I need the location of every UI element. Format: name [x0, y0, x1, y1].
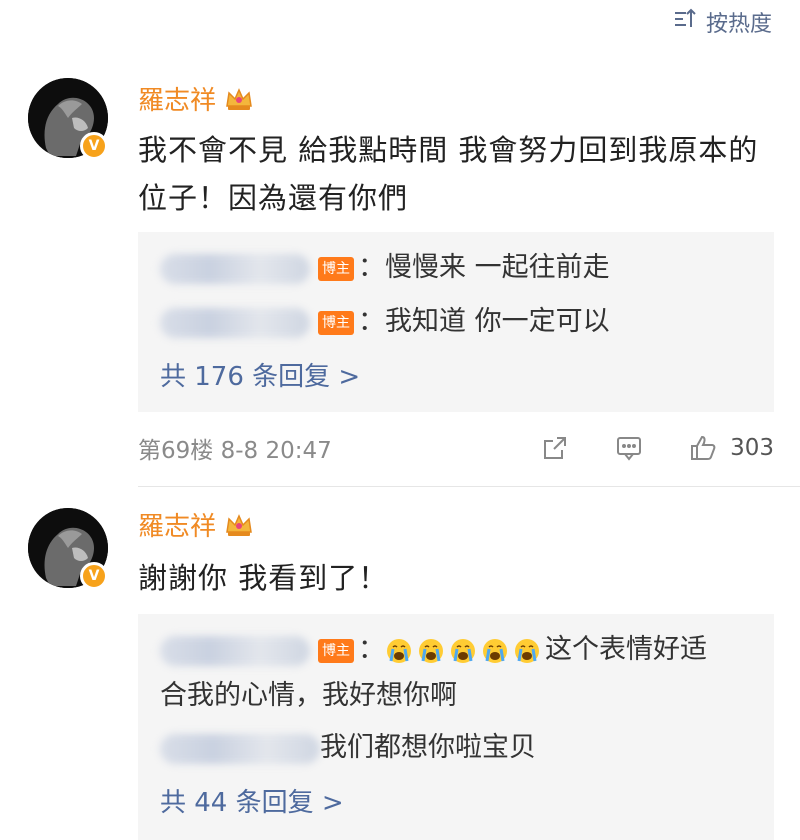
share-icon[interactable] [538, 431, 572, 465]
host-tag: 博主 [318, 638, 354, 663]
v-badge-icon: V [80, 562, 108, 590]
reply-item[interactable]: 博主 ：慢慢来 一起往前走 [160, 246, 756, 290]
reply-preview-box[interactable]: 博主：这个表情好适 合我的心情，我好想你啊 我们都想你啦宝贝 共 44 条回复 … [138, 614, 774, 840]
comment-text: 我不會不見 給我點時間 我會努力回到我原本的位子！因為還有你們 [138, 133, 759, 215]
v-badge-icon: V [80, 132, 108, 160]
crying-emoji-icon [387, 638, 411, 663]
reply-preview-box[interactable]: 博主 ：慢慢来 一起往前走 博主 ：我知道 你一定可以 共 176 条回复 > [138, 232, 774, 412]
reply-text: ：我知道 你一定可以 [358, 306, 610, 337]
crying-emoji-icon [419, 638, 443, 663]
emoji-row [385, 634, 545, 665]
blurred-username [160, 635, 310, 666]
reply-continuation: 合我的心情，我好想你啊 [160, 680, 457, 711]
like-count: 303 [730, 435, 774, 461]
crown-icon [226, 513, 252, 536]
sort-label: 按热度 [705, 12, 772, 37]
floor-timestamp: 第69楼 8-8 20:47 [138, 438, 332, 464]
author-name[interactable]: 羅志祥 [138, 506, 216, 543]
host-tag: 博主 [318, 310, 354, 335]
host-tag: 博主 [318, 256, 354, 281]
reply-text: ：慢慢来 一起往前走 [358, 252, 610, 283]
more-replies-link[interactable]: 共 176 条回复 > [160, 356, 360, 393]
reply-item[interactable]: 博主：这个表情好适 [160, 628, 756, 672]
sort-icon [672, 6, 698, 38]
crown-icon [226, 87, 252, 110]
sort-by-hot-button[interactable]: 按热度 [672, 6, 772, 38]
divider [138, 486, 800, 487]
reply-item[interactable]: 我们都想你啦宝贝 [160, 726, 756, 770]
crying-emoji-icon [451, 638, 475, 663]
blurred-username [160, 733, 320, 764]
reply-text: 这个表情好适 [545, 634, 707, 665]
crying-emoji-icon [515, 638, 539, 663]
blurred-username [160, 253, 310, 284]
comment-icon[interactable] [612, 431, 646, 465]
thumbs-up-icon[interactable] [686, 431, 720, 465]
crying-emoji-icon [483, 638, 507, 663]
comment-text: 謝謝你 我看到了！ [138, 561, 389, 595]
more-replies-link[interactable]: 共 44 条回复 > [160, 782, 344, 819]
reply-item[interactable]: 博主 ：我知道 你一定可以 [160, 300, 756, 344]
reply-text: 我们都想你啦宝贝 [320, 732, 536, 763]
author-name[interactable]: 羅志祥 [138, 80, 216, 117]
blurred-username [160, 307, 310, 338]
